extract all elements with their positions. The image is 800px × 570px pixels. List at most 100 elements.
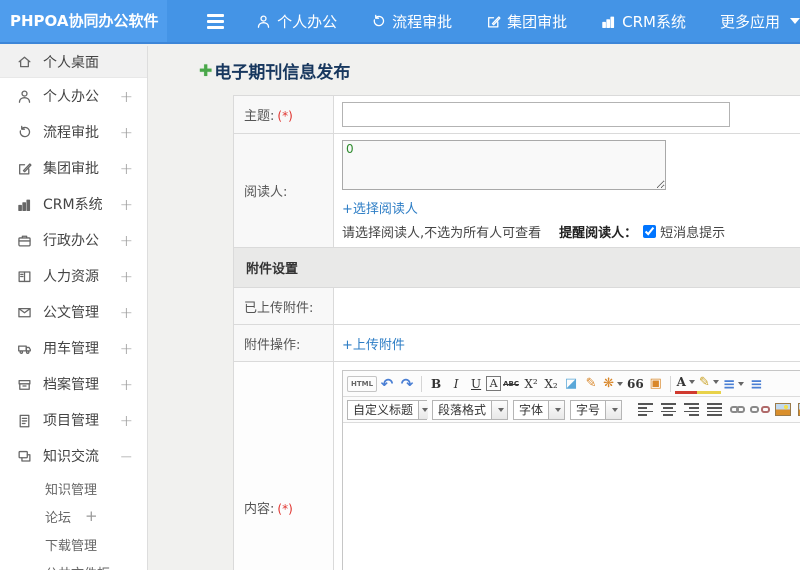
sidebar-item-document-mgmt[interactable]: 公文管理 + (0, 294, 147, 330)
sidebar-item-hr[interactable]: 人力资源 + (0, 258, 147, 294)
expand-icon[interactable]: + (120, 339, 133, 358)
dropdown-caret-icon[interactable] (712, 380, 719, 384)
underline-button[interactable]: U (466, 373, 486, 394)
remove-format-button[interactable]: ◪ (561, 373, 581, 394)
collapse-icon[interactable]: − (120, 447, 133, 466)
font-family-select[interactable]: 字体 (513, 399, 566, 420)
expand-icon[interactable]: + (120, 87, 133, 106)
editor-content-area[interactable] (343, 423, 800, 570)
align-center-button[interactable] (658, 399, 678, 420)
expand-icon[interactable]: + (120, 159, 133, 178)
align-right-button[interactable] (681, 399, 701, 420)
sidebar-subitem-download-mgmt[interactable]: 下载管理 (0, 530, 147, 558)
dropdown-caret-icon[interactable] (616, 381, 623, 386)
flow-icon (371, 14, 386, 29)
page-title: ✚ 电子期刊信息发布 (199, 58, 800, 83)
sidebar-subitem-knowledge-mgmt[interactable]: 知识管理 (0, 474, 147, 502)
undo-button[interactable]: ↶ (377, 373, 397, 394)
sidebar-item-workflow[interactable]: 流程审批 + (0, 114, 147, 150)
nav-more-apps[interactable]: 更多应用 (720, 11, 800, 32)
dropdown-caret-icon[interactable] (688, 380, 695, 384)
select-label: 段落格式 (438, 402, 487, 417)
subject-label-cell: 主题: (*) (233, 95, 334, 134)
paste-text-button[interactable]: ▣ (646, 373, 666, 394)
screenshot-button[interactable] (796, 399, 800, 420)
subscript-button[interactable]: X₂ (541, 373, 561, 394)
unordered-list-button[interactable]: ≡ (746, 373, 766, 394)
sidebar-subitem-label: 论坛 (45, 510, 72, 526)
expand-icon[interactable]: + (120, 195, 133, 214)
redo-button[interactable]: ↷ (397, 373, 417, 394)
sidebar-item-crm[interactable]: CRM系统 + (0, 186, 147, 222)
sidebar-item-vehicle-mgmt[interactable]: 用车管理 + (0, 330, 147, 366)
dropdown-caret-icon[interactable] (418, 400, 429, 419)
dropdown-caret-icon[interactable] (605, 400, 622, 419)
nav-label: CRM系统 (622, 12, 686, 31)
sidebar-item-knowledge-exchange[interactable]: 知识交流 − (0, 438, 147, 474)
upload-attachment-link[interactable]: +上传附件 (342, 334, 405, 353)
custom-title-select[interactable]: 自定义标题 (347, 399, 429, 420)
nav-crm-system[interactable]: CRM系统 (601, 11, 686, 32)
nav-label: 集团审批 (507, 12, 568, 31)
sidebar-item-label: 行政办公 (43, 233, 99, 249)
attachment-action-row: 附件操作: +上传附件 (233, 324, 800, 362)
expand-icon[interactable]: + (120, 123, 133, 142)
font-size-select[interactable]: 字号 (570, 399, 623, 420)
sidebar-subitem-public-cabinet[interactable]: 公共文件柜 (0, 558, 147, 570)
knowledge-exchange-submenu: 知识管理论坛 + 下载管理公共文件柜 (0, 474, 147, 570)
readers-textarea[interactable]: 0 (342, 140, 666, 190)
flow-icon (17, 125, 34, 140)
expand-icon[interactable]: + (85, 507, 98, 525)
sidebar-item-desktop[interactable]: 个人桌面 (0, 46, 147, 78)
sidebar-item-admin-office[interactable]: 行政办公 + (0, 222, 147, 258)
nav-workflow-approval[interactable]: 流程审批 (371, 11, 452, 32)
justify-button[interactable] (704, 399, 724, 420)
format-brush-button[interactable]: ✎ (581, 373, 601, 394)
expand-icon[interactable]: + (120, 267, 133, 286)
italic-button[interactable]: I (446, 373, 466, 394)
dropdown-caret-icon[interactable] (548, 400, 565, 419)
sidebar-item-personal-office[interactable]: 个人办公 + (0, 78, 147, 114)
doc-icon (17, 305, 34, 320)
expand-icon[interactable]: + (120, 303, 133, 322)
sidebar-subitem-forum[interactable]: 论坛 + (0, 502, 147, 530)
hamburger-menu-icon[interactable] (206, 0, 229, 42)
select-readers-link[interactable]: +选择阅读人 (342, 198, 418, 217)
strikethrough-button[interactable]: ABC (501, 373, 521, 394)
blockquote-button[interactable]: 66 (625, 373, 646, 394)
html-source-button[interactable]: HTML (347, 375, 378, 392)
required-mark: (*) (277, 109, 293, 123)
ordered-list-button[interactable]: ≡ (721, 373, 747, 394)
nav-personal-office[interactable]: 个人办公 (256, 11, 337, 32)
person-icon (256, 14, 271, 29)
nav-group-approval[interactable]: 集团审批 (486, 11, 567, 32)
superscript-button[interactable]: X² (521, 373, 541, 394)
sidebar-item-archive-mgmt[interactable]: 档案管理 + (0, 366, 147, 402)
align-left-button[interactable] (635, 399, 655, 420)
dropdown-caret-icon[interactable] (738, 381, 745, 386)
sidebar-item-group-approval[interactable]: 集团审批 + (0, 150, 147, 186)
paragraph-format-select[interactable]: 段落格式 (432, 399, 509, 420)
sms-remind-checkbox[interactable] (643, 225, 657, 238)
attachment-action-value: +上传附件 (333, 324, 800, 362)
link-button[interactable] (727, 399, 747, 420)
font-border-button[interactable]: A (486, 376, 502, 391)
image-button[interactable] (773, 399, 793, 420)
content-editor-cell: HTML ↶ ↷ B I U A ABC X² X₂ ◪ ✎ ❋ 66 ▣ A ✎ ≡ ≡ 自定义标题 段落格式 字体字… (333, 361, 800, 570)
dropdown-caret-icon[interactable] (491, 400, 508, 419)
sidebar-item-project-mgmt[interactable]: 项目管理 + (0, 402, 147, 438)
auto-typeset-button[interactable]: ❋ (601, 373, 625, 394)
sidebar-item-label: 档案管理 (43, 377, 99, 393)
unlink-button[interactable] (750, 399, 771, 420)
highlight-button[interactable]: ✎ (696, 373, 721, 394)
expand-icon[interactable]: + (120, 231, 133, 250)
dropdown-caret-icon[interactable] (790, 18, 800, 24)
expand-icon[interactable]: + (120, 375, 133, 394)
expand-icon[interactable]: + (120, 411, 133, 430)
select-label: 自定义标题 (353, 402, 414, 417)
subject-input[interactable] (342, 102, 730, 127)
font-color-button[interactable]: A (674, 373, 697, 394)
bold-button[interactable]: B (426, 373, 446, 394)
content-label-cell: 内容: (*) (233, 361, 334, 570)
subject-label: 主题: (244, 109, 275, 124)
